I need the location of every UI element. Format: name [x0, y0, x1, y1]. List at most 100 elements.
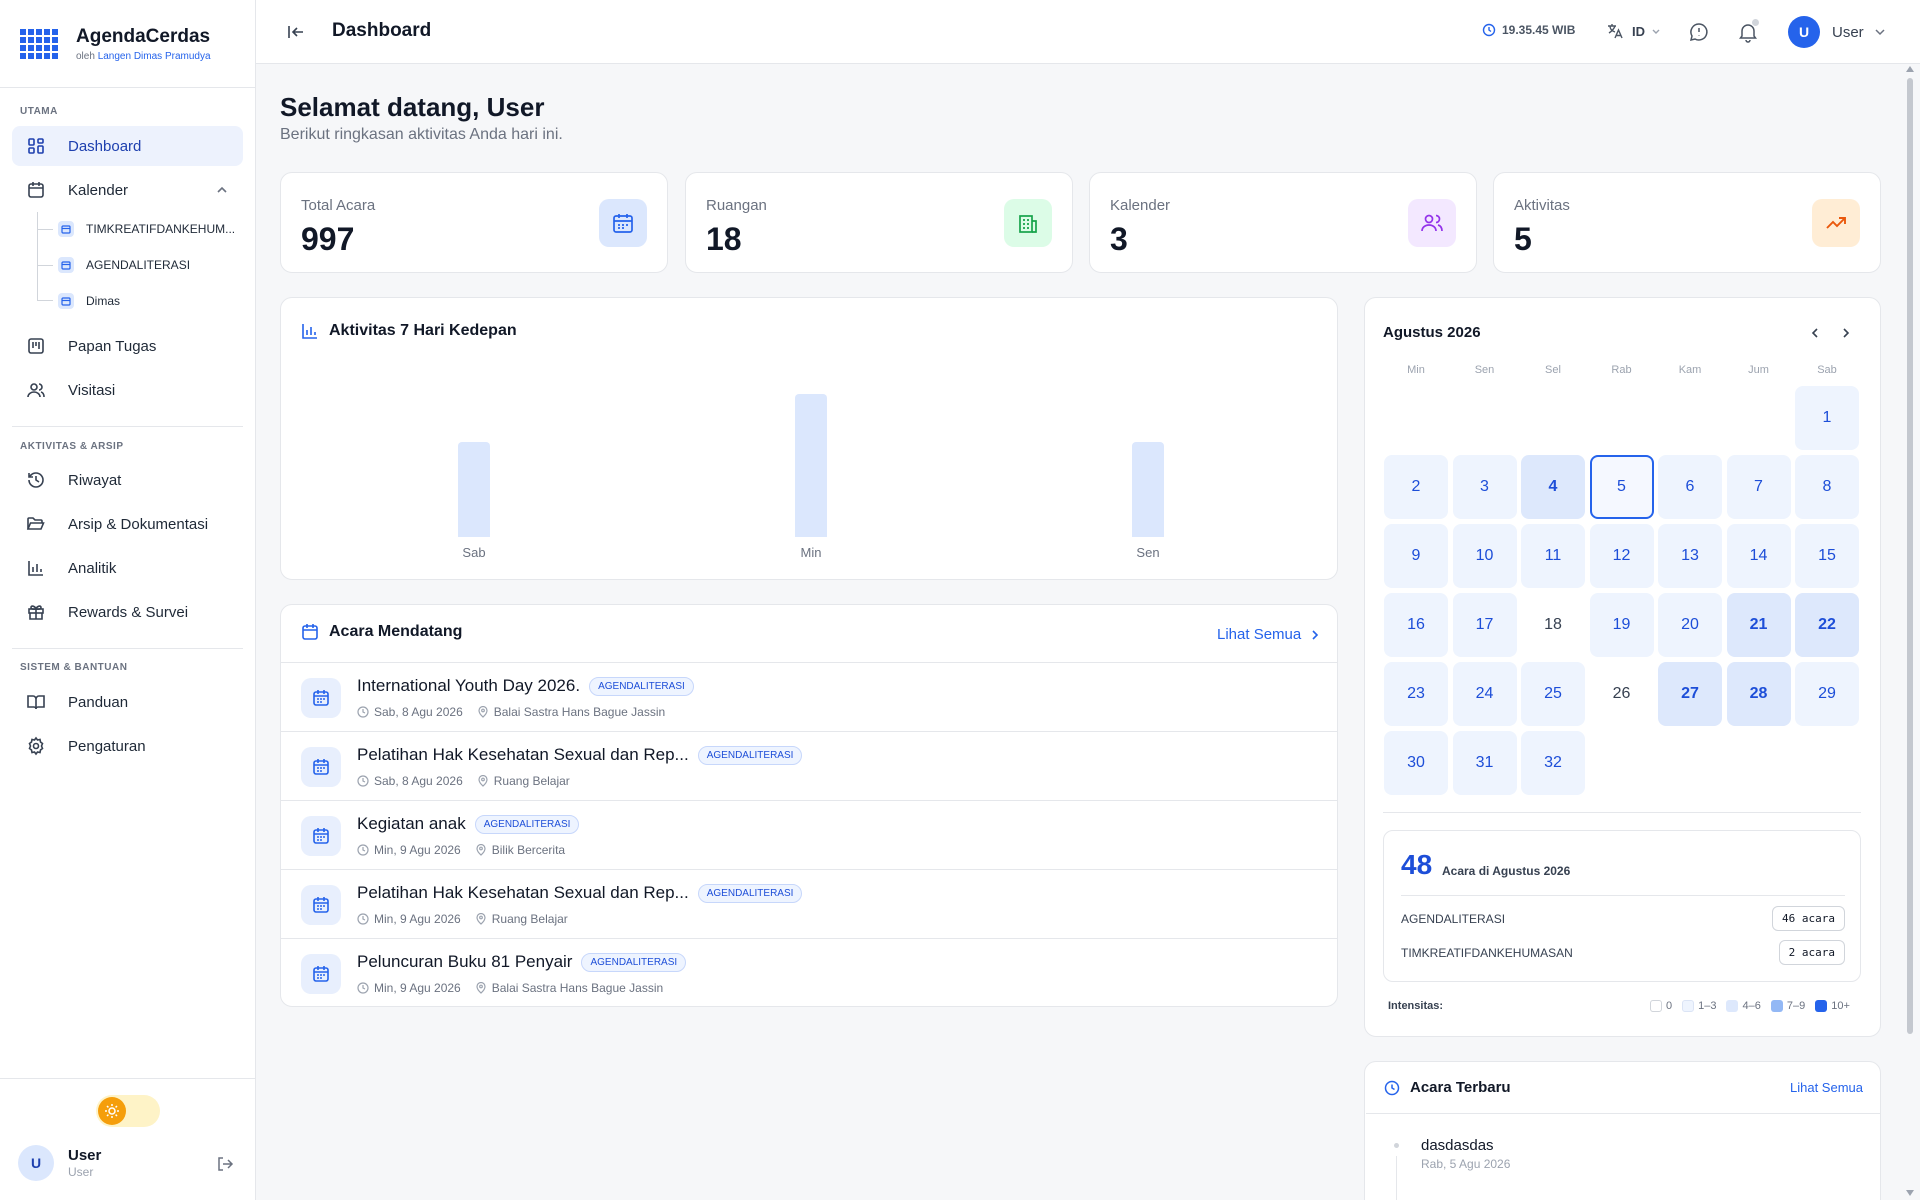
translate-icon — [1608, 24, 1623, 39]
sidebar-item-arsip[interactable]: Arsip & Dokumentasi — [12, 504, 243, 544]
calendar-month-label: Agustus 2026 — [1383, 324, 1481, 341]
calendar-icon — [301, 816, 341, 856]
calendar-day[interactable]: 12 — [1589, 524, 1654, 588]
calendar-day[interactable]: 17 — [1452, 593, 1517, 657]
event-row[interactable]: Peluncuran Buku 81 Penyair AGENDALITERASI… — [281, 938, 1338, 1007]
sidebar-item-riwayat[interactable]: Riwayat — [12, 460, 243, 500]
calendar-day[interactable]: 26 — [1590, 662, 1654, 726]
see-all-recent-link[interactable]: Lihat Semua — [1790, 1080, 1863, 1095]
event-row[interactable]: Kegiatan anak AGENDALITERASI Min, 9 Agu 2… — [281, 800, 1338, 869]
stat-label: Kalender — [1110, 197, 1171, 214]
calendar-day[interactable]: 28 — [1726, 662, 1791, 726]
scroll-up-arrow-icon[interactable] — [1906, 66, 1914, 72]
chart-bar[interactable] — [1132, 442, 1164, 537]
calendar-day[interactable]: 15 — [1795, 524, 1859, 588]
calendar-day[interactable]: 25 — [1521, 662, 1585, 726]
calendar-day[interactable]: 22 — [1795, 593, 1859, 657]
event-location: Ruang Belajar — [493, 774, 570, 788]
sidebar-item-rewards[interactable]: Rewards & Survei — [12, 592, 243, 632]
calendar-day[interactable]: 24 — [1452, 662, 1517, 726]
calendar-day[interactable]: 29 — [1795, 662, 1859, 726]
calendar-day[interactable]: 14 — [1726, 524, 1791, 588]
chevron-right-icon[interactable] — [1839, 326, 1853, 340]
summary-calendar-name: TIMKREATIFDANKEHUMASAN — [1401, 946, 1573, 960]
brand[interactable]: AgendaCerdas oleh Langen Dimas Pramudya — [0, 0, 255, 88]
event-row[interactable]: International Youth Day 2026. AGENDALITER… — [281, 662, 1338, 731]
sidebar-item-analitik[interactable]: Analitik — [12, 548, 243, 588]
calendar-day[interactable]: 13 — [1658, 524, 1722, 588]
sidebar-item-panduan[interactable]: Panduan — [12, 682, 243, 722]
calendar-day[interactable]: 23 — [1384, 662, 1448, 726]
chart-tick-label: Sen — [1136, 545, 1160, 560]
calendar-icon — [302, 624, 318, 640]
sidebar-calendar-agendaliterasi[interactable]: AGENDALITERASI — [58, 251, 190, 279]
event-title: International Youth Day 2026. — [357, 676, 581, 695]
collapse-sidebar-icon[interactable] — [286, 22, 306, 42]
gear-icon — [28, 736, 44, 756]
weekday-label: Sel — [1545, 364, 1561, 376]
chart-tick-label: Min — [800, 545, 822, 560]
stat-card-total-acara[interactable]: Total Acara 997 — [280, 172, 668, 273]
chart-bar[interactable] — [458, 442, 490, 537]
calendar-day[interactable]: 9 — [1384, 524, 1448, 588]
clock-icon — [1482, 23, 1496, 37]
calendar-day[interactable]: 10 — [1452, 524, 1517, 588]
calendar-day[interactable]: 5 — [1589, 455, 1654, 519]
theme-toggle[interactable] — [96, 1095, 160, 1127]
calendar-day[interactable]: 1 — [1795, 386, 1859, 450]
stat-card-aktivitas[interactable]: Aktivitas 5 — [1493, 172, 1881, 273]
see-all-upcoming-link[interactable]: Lihat Semua — [1217, 626, 1321, 643]
sidebar-user[interactable]: U User User — [18, 1145, 101, 1181]
calendar-day[interactable]: 3 — [1452, 455, 1517, 519]
event-row[interactable]: Pelatihan Hak Kesehatan Sexual dan Rep..… — [281, 869, 1338, 938]
chevron-left-icon[interactable] — [1808, 326, 1822, 340]
sidebar-item-label: Analitik — [68, 559, 117, 577]
language-selector[interactable]: ID — [1606, 22, 1661, 40]
calendar-day[interactable]: 30 — [1384, 731, 1448, 795]
event-title: Peluncuran Buku 81 Penyair — [357, 952, 573, 971]
calendar-icon — [301, 747, 341, 787]
sidebar-item-kalender[interactable]: Kalender — [12, 170, 243, 210]
intensity-label: Intensitas: — [1388, 1000, 1444, 1012]
event-row[interactable]: Pelatihan Hak Kesehatan Sexual dan Rep..… — [281, 731, 1338, 800]
chevron-up-icon[interactable] — [215, 183, 229, 197]
event-date: Sab, 8 Agu 2026 — [374, 774, 463, 788]
sidebar-item-papan-tugas[interactable]: Papan Tugas — [12, 326, 243, 366]
calendar-day[interactable]: 4 — [1521, 455, 1585, 519]
scroll-down-arrow-icon[interactable] — [1906, 1190, 1914, 1196]
calendar-day[interactable]: 20 — [1658, 593, 1722, 657]
calendar-day[interactable]: 2 — [1384, 455, 1448, 519]
calendar-day[interactable]: 7 — [1726, 455, 1791, 519]
calendar-day[interactable]: 16 — [1384, 593, 1448, 657]
calendar-day[interactable]: 32 — [1521, 731, 1585, 795]
calendar-day[interactable]: 31 — [1452, 731, 1517, 795]
stat-card-kalender[interactable]: Kalender 3 — [1089, 172, 1477, 273]
sidebar-item-dashboard[interactable]: Dashboard — [12, 126, 243, 166]
calendar-day[interactable]: 11 — [1521, 524, 1585, 588]
weekday-label: Kam — [1678, 364, 1702, 376]
recent-event-title[interactable]: dasdasdas — [1421, 1137, 1494, 1154]
tree-line — [37, 212, 38, 300]
sidebar-item-visitasi[interactable]: Visitasi — [12, 370, 243, 410]
chart-bar[interactable] — [795, 394, 827, 537]
sidebar-calendar-dimas[interactable]: Dimas — [58, 287, 120, 315]
calendar-day[interactable]: 19 — [1589, 593, 1654, 657]
sidebar-calendar-timkreatif[interactable]: TIMKREATIFDANKEHUM... — [58, 215, 235, 243]
user-menu[interactable]: U User — [1788, 16, 1886, 48]
message-alert-icon[interactable] — [1688, 21, 1710, 43]
activity-chart-card: Aktivitas 7 Hari Kedepan Sab Min Sen — [280, 297, 1338, 580]
app-author: oleh Langen Dimas Pramudya — [76, 50, 211, 62]
calendar-day[interactable]: 6 — [1658, 455, 1722, 519]
calendar-day[interactable]: 8 — [1795, 455, 1859, 519]
chevron-down-icon — [1652, 29, 1660, 34]
logout-icon[interactable] — [216, 1155, 234, 1173]
main-scrollbar[interactable] — [1906, 66, 1914, 1200]
sidebar-item-pengaturan[interactable]: Pengaturan — [12, 726, 243, 766]
stat-card-ruangan[interactable]: Ruangan 18 — [685, 172, 1073, 273]
calendar-day[interactable]: 21 — [1726, 593, 1791, 657]
calendar-day[interactable]: 27 — [1658, 662, 1722, 726]
month-event-label: Acara di Agustus 2026 — [1442, 864, 1571, 878]
sidebar-item-label: Dashboard — [68, 137, 142, 155]
scrollbar-thumb[interactable] — [1907, 78, 1913, 1034]
calendar-day[interactable]: 18 — [1521, 593, 1585, 657]
